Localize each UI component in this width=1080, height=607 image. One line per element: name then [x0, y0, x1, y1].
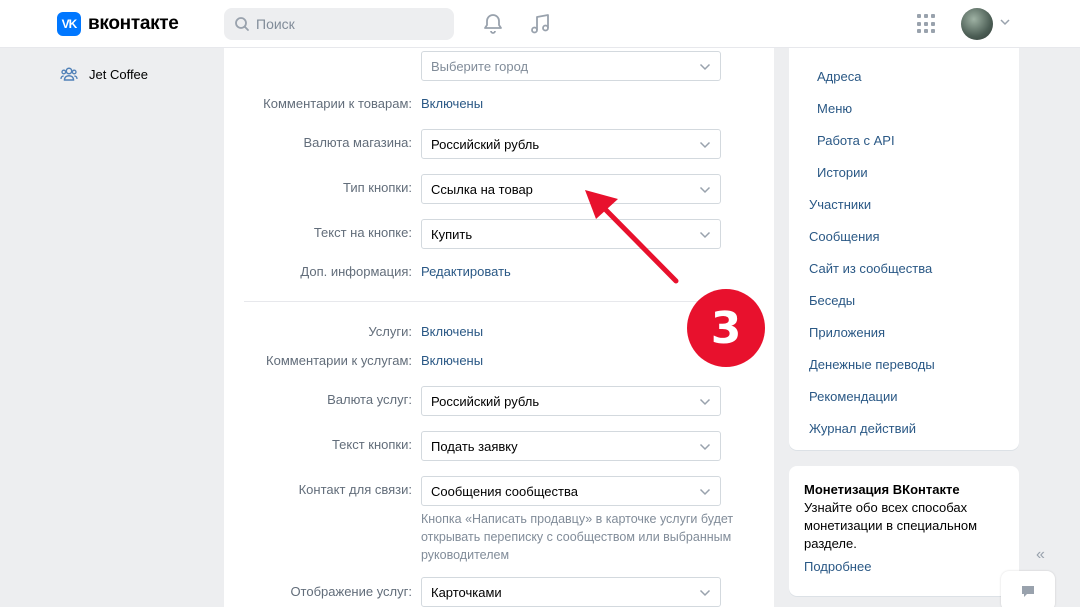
menu-item-messages[interactable]: Сообщения [809, 229, 880, 244]
services-display-value: Карточками [431, 584, 502, 600]
button-type-value: Ссылка на товар [431, 181, 533, 197]
menu-item-money-transfers[interactable]: Денежные переводы [809, 357, 935, 372]
chevron-down-icon [699, 589, 711, 597]
chat-icon [1022, 586, 1034, 597]
market-comments-value[interactable]: Включены [421, 96, 483, 111]
services-display-label: Отображение услуг: [290, 584, 412, 599]
menu-item-menu[interactable]: Меню [817, 101, 852, 116]
services-comments-label: Комментарии к услугам: [266, 353, 412, 368]
vk-logo-icon: VK [57, 12, 81, 36]
chat-button[interactable] [1001, 571, 1055, 607]
extra-info-label: Доп. информация: [300, 264, 412, 279]
chevron-down-icon [699, 488, 711, 496]
contact-select[interactable]: Сообщения сообщества [421, 476, 721, 506]
avatar[interactable] [961, 8, 993, 40]
market-currency-value: Российский рубль [431, 136, 540, 152]
services-currency-select[interactable]: Российский рубль [421, 386, 721, 416]
services-display-select[interactable]: Карточками [421, 577, 721, 607]
contact-value: Сообщения сообщества [431, 483, 578, 499]
vk-logo[interactable]: VK вконтакте [57, 12, 179, 36]
bell-icon[interactable] [481, 12, 505, 36]
search-input[interactable] [256, 16, 436, 32]
market-comments-label: Комментарии к товарам: [263, 96, 412, 111]
button-text-value: Купить [431, 226, 473, 242]
services-currency-label: Валюта услуг: [327, 392, 412, 407]
menu-item-chats[interactable]: Беседы [809, 293, 855, 308]
button-type-label: Тип кнопки: [343, 180, 412, 195]
menu-item-stories[interactable]: Истории [817, 165, 868, 180]
menu-item-apps[interactable]: Приложения [809, 325, 885, 340]
apps-icon[interactable] [917, 14, 937, 34]
button-text-label: Текст на кнопке: [313, 225, 412, 240]
section-divider [244, 301, 754, 302]
services-button-text-label: Текст кнопки: [331, 437, 412, 452]
menu-item-site[interactable]: Сайт из сообщества [809, 261, 932, 276]
menu-item-action-log[interactable]: Журнал действий [809, 421, 916, 436]
city-select-placeholder: Выберите город [431, 58, 529, 74]
search-icon [235, 17, 249, 31]
group-icon [60, 67, 78, 81]
monetization-promo: Монетизация ВКонтакте Узнайте обо всех с… [789, 466, 1019, 596]
promo-more-link[interactable]: Подробнее [804, 559, 871, 574]
vk-logo-text: вконтакте [88, 13, 179, 34]
promo-text: Узнайте обо всех способах монетизации в … [804, 500, 978, 551]
menu-item-members[interactable]: Участники [809, 197, 871, 212]
top-bar: VK вконтакте [0, 0, 1080, 48]
chevron-down-icon [699, 141, 711, 149]
left-nav-item-jet-coffee[interactable]: Jet Coffee [60, 64, 148, 84]
services-button-text-select[interactable]: Подать заявку [421, 431, 721, 461]
market-currency-label: Валюта магазина: [303, 135, 412, 150]
contact-label: Контакт для связи: [298, 482, 412, 497]
menu-item-addresses[interactable]: Адреса [817, 69, 861, 84]
annotation-badge: 3 [687, 289, 765, 367]
chevron-down-icon [699, 398, 711, 406]
extra-info-edit-link[interactable]: Редактировать [421, 264, 511, 279]
market-currency-select[interactable]: Российский рубль [421, 129, 721, 159]
left-nav-item-label: Jet Coffee [89, 66, 149, 82]
button-text-select[interactable]: Купить [421, 219, 721, 249]
services-button-text-value: Подать заявку [431, 438, 518, 454]
settings-menu: Адреса Меню Работа с API Истории Участни… [789, 48, 1019, 450]
search-box[interactable] [224, 8, 454, 40]
chevron-down-icon[interactable] [999, 16, 1011, 28]
chevron-down-icon [699, 443, 711, 451]
services-comments-value[interactable]: Включены [421, 353, 483, 368]
services-currency-value: Российский рубль [431, 393, 540, 409]
chevron-down-icon [699, 186, 711, 194]
menu-item-api[interactable]: Работа с API [817, 133, 895, 148]
chevron-down-icon [699, 63, 711, 71]
services-label: Услуги: [368, 324, 412, 339]
chevron-down-icon [699, 231, 711, 239]
contact-hint: Кнопка «Написать продавцу» в карточке ус… [421, 512, 734, 562]
promo-title: Монетизация ВКонтакте [804, 482, 960, 497]
services-value[interactable]: Включены [421, 324, 483, 339]
music-icon[interactable] [528, 12, 552, 36]
collapse-icon[interactable]: « [1036, 546, 1045, 564]
button-type-select[interactable]: Ссылка на товар [421, 174, 721, 204]
menu-item-recommendations[interactable]: Рекомендации [809, 389, 898, 404]
city-select[interactable]: Выберите город [421, 51, 721, 81]
